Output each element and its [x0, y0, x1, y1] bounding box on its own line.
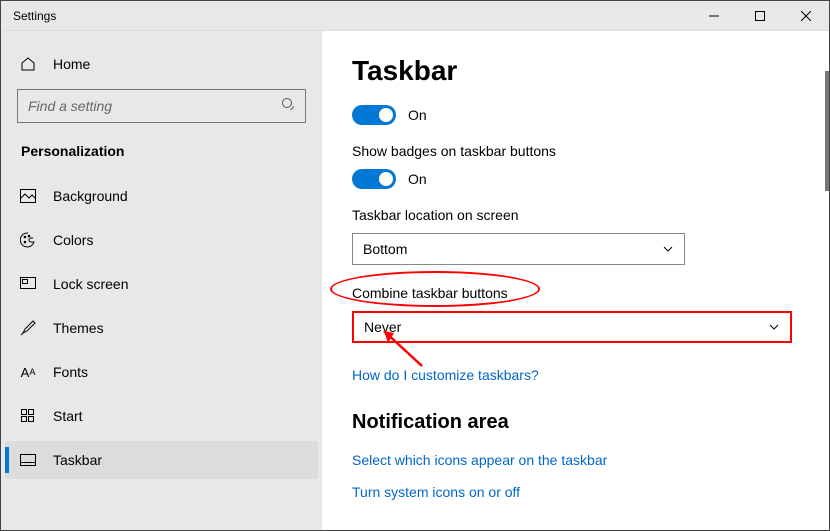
taskbar-icon [19, 454, 37, 466]
frame-icon [19, 277, 37, 291]
home-icon [19, 56, 37, 72]
sidebar-item-colors[interactable]: Colors [5, 221, 318, 259]
badges-label: Show badges on taskbar buttons [352, 143, 819, 159]
sidebar-item-start[interactable]: Start [5, 397, 318, 435]
nav-label: Fonts [53, 364, 88, 380]
customize-link[interactable]: How do I customize taskbars? [352, 367, 819, 383]
combine-value: Never [364, 319, 401, 335]
system-icons-link[interactable]: Turn system icons on or off [352, 484, 819, 500]
toggle-badges-state: On [408, 171, 427, 187]
location-label: Taskbar location on screen [352, 207, 819, 223]
minimize-button[interactable] [691, 1, 737, 31]
nav-label: Themes [53, 320, 104, 336]
settings-window: Settings Home Personalization [0, 0, 830, 531]
sidebar-item-lockscreen[interactable]: Lock screen [5, 265, 318, 303]
location-value: Bottom [363, 241, 407, 257]
toggle-1-state: On [408, 107, 427, 123]
brush-icon [19, 320, 37, 336]
window-controls [691, 1, 829, 31]
sidebar: Home Personalization Background Colors [1, 31, 322, 530]
close-button[interactable] [783, 1, 829, 31]
sidebar-item-themes[interactable]: Themes [5, 309, 318, 347]
image-icon [19, 189, 37, 203]
notification-area-title: Notification area [352, 411, 819, 434]
sidebar-item-background[interactable]: Background [5, 177, 318, 215]
search-icon [281, 97, 295, 116]
chevron-down-icon [662, 243, 674, 255]
page-title: Taskbar [352, 55, 819, 87]
main-content: Taskbar On Show badges on taskbar button… [322, 31, 829, 530]
search-box[interactable] [17, 89, 306, 123]
nav-label: Start [53, 408, 83, 424]
nav-label: Background [53, 188, 128, 204]
nav-label: Lock screen [53, 276, 128, 292]
window-title: Settings [1, 9, 691, 23]
chevron-down-icon [768, 321, 780, 333]
titlebar: Settings [1, 1, 829, 31]
palette-icon [19, 232, 37, 248]
sidebar-item-taskbar[interactable]: Taskbar [5, 441, 318, 479]
sidebar-item-fonts[interactable]: AA Fonts [5, 353, 318, 391]
font-icon: AA [19, 365, 37, 380]
scrollbar[interactable] [825, 31, 829, 530]
toggle-switch-1[interactable] [352, 105, 396, 125]
combine-label: Combine taskbar buttons [352, 285, 819, 301]
home-nav[interactable]: Home [5, 45, 318, 83]
location-dropdown[interactable]: Bottom [352, 233, 685, 265]
home-label: Home [53, 56, 90, 72]
nav-label: Taskbar [53, 452, 102, 468]
category-title: Personalization [5, 137, 318, 177]
search-input[interactable] [28, 98, 281, 114]
combine-dropdown[interactable]: Never [352, 311, 792, 343]
toggle-switch-badges[interactable] [352, 169, 396, 189]
select-icons-link[interactable]: Select which icons appear on the taskbar [352, 452, 819, 468]
maximize-button[interactable] [737, 1, 783, 31]
scroll-thumb[interactable] [825, 71, 829, 191]
grid-icon [19, 409, 37, 423]
nav-label: Colors [53, 232, 93, 248]
